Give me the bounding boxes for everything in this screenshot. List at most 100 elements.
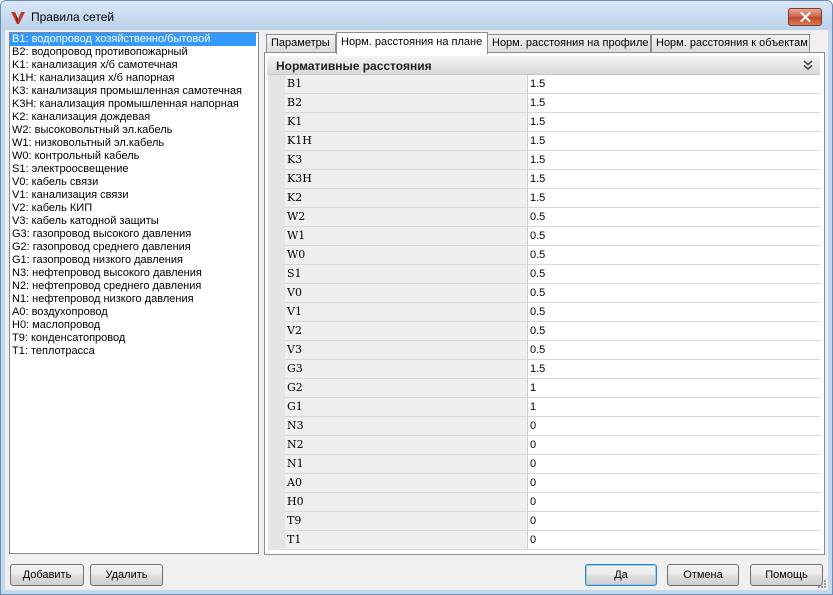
- property-name: N1: [285, 454, 528, 474]
- network-list-item[interactable]: G3: газопровод высокого давления: [10, 228, 256, 241]
- add-button[interactable]: Добавить: [10, 564, 84, 586]
- grid-row: N1 0: [268, 454, 820, 474]
- property-name: K1H: [285, 131, 528, 151]
- property-value[interactable]: 0.5: [527, 302, 820, 322]
- row-gutter: [268, 245, 285, 265]
- network-list-item[interactable]: K3: канализация промышленная самотечная: [10, 85, 256, 98]
- property-value[interactable]: 1.5: [527, 188, 820, 208]
- property-value[interactable]: 0: [527, 473, 820, 493]
- property-grid: B1 1.5 B2 1.5 K1 1.5 K1H 1.5 K3 1.5 K3H 1.5 K2 1.5 W2 0…: [268, 75, 820, 550]
- tab-parameters[interactable]: Параметры: [266, 34, 336, 52]
- network-list-item[interactable]: N3: нефтепровод высокого давления: [10, 267, 256, 280]
- resize-grip-icon[interactable]: [816, 578, 826, 588]
- row-gutter: [268, 340, 285, 360]
- network-list-item[interactable]: W1: низковольтный эл.кабель: [10, 137, 256, 150]
- property-name: N3: [285, 416, 528, 436]
- row-gutter: [268, 283, 285, 303]
- grid-row: G2 1: [268, 378, 820, 398]
- network-list-item[interactable]: V2: кабель КИП: [10, 202, 256, 215]
- property-value[interactable]: 0: [527, 416, 820, 436]
- property-name: W1: [285, 226, 528, 246]
- grid-row: T9 0: [268, 511, 820, 531]
- network-list-item[interactable]: K1: канализация х/б самотечная: [10, 59, 256, 72]
- dialog-client-area: B1: водопровод хозяйственно/бытовой B2: в…: [5, 30, 828, 590]
- property-value[interactable]: 1.5: [527, 359, 820, 379]
- network-list-item[interactable]: T9: конденсатопровод: [10, 332, 256, 345]
- property-value[interactable]: 1: [527, 378, 820, 398]
- network-list-item[interactable]: A0: воздухопровод: [10, 306, 256, 319]
- network-list-item[interactable]: H0: маслопровод: [10, 319, 256, 332]
- group-header[interactable]: Нормативные расстояния: [267, 56, 820, 75]
- property-value[interactable]: 0: [527, 511, 820, 531]
- property-value[interactable]: 1.5: [527, 150, 820, 170]
- network-list-item[interactable]: K1H: канализация х/б напорная: [10, 72, 256, 85]
- network-list-item[interactable]: N1: нефтепровод низкого давления: [10, 293, 256, 306]
- grid-row: N2 0: [268, 435, 820, 455]
- network-list-item[interactable]: W0: контрольный кабель: [10, 150, 256, 163]
- property-value[interactable]: 0: [527, 435, 820, 455]
- property-value[interactable]: 1.5: [527, 131, 820, 151]
- grid-row: W0 0.5: [268, 245, 820, 265]
- network-list-item[interactable]: K2: канализация дождевая: [10, 111, 256, 124]
- tab-panel-plan-distances: Нормативные расстояния B1 1.5 B2 1.5 K1 1.5 K1…: [264, 52, 825, 555]
- network-list-item[interactable]: S1: электроосвещение: [10, 163, 256, 176]
- row-gutter: [268, 150, 285, 170]
- property-value[interactable]: 0: [527, 454, 820, 474]
- property-value[interactable]: 0.5: [527, 340, 820, 360]
- network-list-item[interactable]: N2: нефтепровод среднего давления: [10, 280, 256, 293]
- property-name: T9: [285, 511, 528, 531]
- grid-row: W1 0.5: [268, 226, 820, 246]
- network-list-item[interactable]: B2: водопровод противопожарный: [10, 46, 256, 59]
- property-value[interactable]: 0.5: [527, 207, 820, 227]
- ok-button[interactable]: Да: [585, 564, 657, 586]
- property-value[interactable]: 0: [527, 492, 820, 512]
- property-name: G3: [285, 359, 528, 379]
- property-value[interactable]: 1.5: [527, 93, 820, 113]
- row-gutter: [268, 492, 285, 512]
- group-title: Нормативные расстояния: [276, 59, 432, 73]
- property-name: A0: [285, 473, 528, 493]
- cancel-button[interactable]: Отмена: [667, 564, 739, 586]
- property-value[interactable]: 0.5: [527, 321, 820, 341]
- property-value[interactable]: 0.5: [527, 264, 820, 284]
- help-button[interactable]: Помощь: [750, 564, 823, 586]
- grid-row: H0 0: [268, 492, 820, 512]
- property-value[interactable]: 0.5: [527, 283, 820, 303]
- property-value[interactable]: 1.5: [527, 169, 820, 189]
- close-icon: [800, 12, 810, 22]
- grid-row: B2 1.5: [268, 93, 820, 113]
- network-list-item[interactable]: V1: канализация связи: [10, 189, 256, 202]
- close-button[interactable]: [788, 8, 822, 26]
- property-value[interactable]: 0: [527, 530, 820, 550]
- network-list-item[interactable]: B1: водопровод хозяйственно/бытовой: [10, 33, 256, 46]
- tab-object-distances[interactable]: Норм. расстояния к объектам: [651, 34, 810, 52]
- grid-row: K3 1.5: [268, 150, 820, 170]
- grid-row: B1 1.5: [268, 75, 820, 94]
- grid-row: V1 0.5: [268, 302, 820, 322]
- network-list-item[interactable]: W2: высоковольтный эл.кабель: [10, 124, 256, 137]
- grid-row: N3 0: [268, 416, 820, 436]
- row-gutter: [268, 207, 285, 227]
- network-list[interactable]: B1: водопровод хозяйственно/бытовой B2: в…: [9, 32, 259, 554]
- network-list-item[interactable]: G2: газопровод среднего давления: [10, 241, 256, 254]
- row-gutter: [268, 188, 285, 208]
- property-value[interactable]: 0.5: [527, 245, 820, 265]
- property-name: N2: [285, 435, 528, 455]
- tab-plan-distances[interactable]: Норм. расстояния на плане: [336, 32, 488, 54]
- grid-row: W2 0.5: [268, 207, 820, 227]
- delete-button[interactable]: Удалить: [90, 564, 163, 586]
- dialog-window: Правила сетей B1: водопровод хозяйственн…: [0, 0, 833, 595]
- collapse-chevron-icon[interactable]: [802, 59, 814, 71]
- property-value[interactable]: 1: [527, 397, 820, 417]
- network-list-item[interactable]: K3H: канализация промышленная напорная: [10, 98, 256, 111]
- title-bar[interactable]: Правила сетей: [1, 1, 832, 31]
- property-name: B2: [285, 93, 528, 113]
- network-list-item[interactable]: T1: теплотрасса: [10, 345, 256, 358]
- network-list-item[interactable]: V3: кабель катодной защиты: [10, 215, 256, 228]
- property-value[interactable]: 1.5: [527, 75, 820, 94]
- property-value[interactable]: 1.5: [527, 112, 820, 132]
- network-list-item[interactable]: V0: кабель связи: [10, 176, 256, 189]
- network-list-item[interactable]: G1: газопровод низкого давления: [10, 254, 256, 267]
- tab-profile-distances[interactable]: Норм. расстояния на профиле: [487, 34, 651, 52]
- property-value[interactable]: 0.5: [527, 226, 820, 246]
